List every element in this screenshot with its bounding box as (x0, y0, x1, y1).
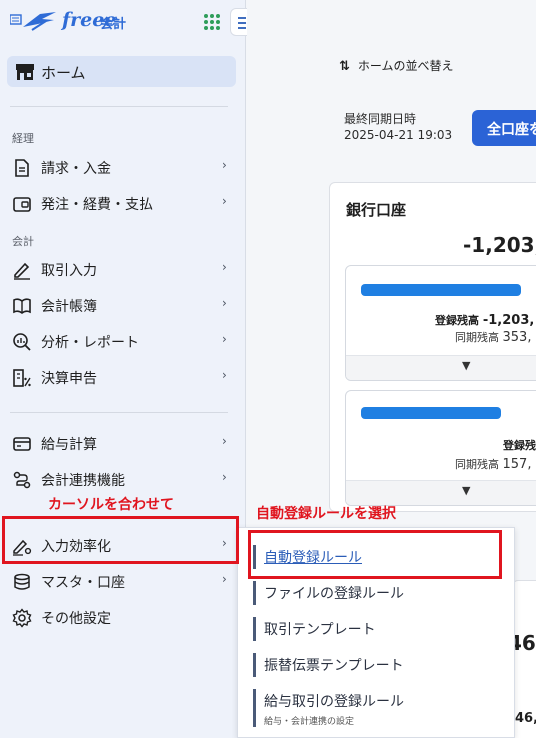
sidebar-item-purchasing[interactable]: 発注・経費・支払 › (0, 186, 246, 220)
wallet-icon (13, 197, 31, 212)
sidebar-item-label: その他設定 (41, 611, 111, 627)
highlight-box-input-efficiency (2, 516, 239, 564)
select-instruction-note: 自動登録ルールを選択 (256, 506, 396, 522)
gear-icon (12, 608, 32, 628)
sidebar-item-invoicing[interactable]: 請求・入金 › (0, 150, 246, 184)
synced-balance: 同期残高 157, (455, 457, 532, 472)
sidebar-item-integrations[interactable]: 会計連携機能 › (0, 462, 246, 496)
chevron-down-icon: ▼ (462, 359, 471, 372)
sidebar-item-home[interactable]: ホーム (7, 56, 236, 87)
secondary-card-value: 46, (515, 711, 536, 726)
registered-balance: 登録残高 -1,203, (435, 313, 535, 328)
card-title: 銀行口座 (346, 201, 407, 219)
chevron-down-icon: ▼ (462, 484, 471, 497)
divider (10, 412, 228, 413)
chevron-right-icon: › (222, 572, 227, 586)
chevron-right-icon: › (222, 470, 227, 484)
bank-total-balance: -1,203, (463, 233, 536, 257)
sidebar: freee 会計 ホーム 経理 請求・入金 › 発注・経費・支払 › 会計 取引… (0, 0, 260, 738)
book-icon (13, 298, 31, 314)
chevron-right-icon: › (222, 260, 227, 274)
sidebar-item-label: 取引入力 (41, 263, 97, 279)
sort-arrows-icon: ⇅ (339, 59, 350, 74)
bank-accounts-card: 銀行口座 -1,203, 登録残高 -1,203, 同期残高 353, ▼ 登録… (329, 182, 536, 512)
sidebar-item-label: 給与計算 (41, 437, 97, 453)
registered-balance: 登録残 (503, 439, 536, 452)
submenu-item-subtitle: 給与・会計連携の設定 (264, 717, 355, 727)
sidebar-item-label: 決算申告 (41, 371, 97, 387)
section-label-accounting: 経理 (12, 132, 34, 145)
submenu-item-file-registration-rules[interactable]: ファイルの登録ルール (253, 581, 508, 605)
sidebar-item-label: 発注・経費・支払 (41, 197, 153, 213)
submenu-item-journal-voucher-templates[interactable]: 振替伝票テンプレート (253, 653, 508, 677)
connection-icon (13, 471, 31, 489)
submenu-item-transaction-templates[interactable]: 取引テンプレート (253, 617, 508, 641)
sidebar-item-label: 会計連携機能 (41, 473, 125, 489)
sidebar-item-other-settings[interactable]: その他設定 (0, 600, 246, 634)
reorder-home-link[interactable]: ⇅ ホームの並べ替え (339, 57, 454, 74)
sidebar-item-payroll[interactable]: 給与計算 › (0, 426, 246, 460)
sidebar-item-reports[interactable]: 分析・レポート › (0, 324, 246, 358)
submenu-item-payroll-registration-rules[interactable]: 給与取引の登録ルール 給与・会計連携の設定 (253, 689, 508, 727)
analytics-search-icon (13, 333, 31, 351)
last-sync-value: 2025-04-21 19:03 (344, 128, 453, 142)
logo-row: freee 会計 (0, 0, 260, 42)
brand-product-name: 会計 (100, 17, 127, 32)
pen-icon (14, 262, 30, 280)
last-sync-label: 最終同期日時 (344, 112, 417, 126)
chevron-right-icon: › (222, 368, 227, 382)
chevron-right-icon: › (222, 296, 227, 310)
chevron-right-icon: › (222, 434, 227, 448)
sidebar-item-label: マスタ・口座 (41, 575, 125, 591)
building-percent-icon (13, 369, 31, 387)
database-icon (14, 573, 30, 590)
highlight-box-auto-registration (248, 530, 502, 579)
redacted-account-name (361, 284, 521, 296)
expand-account-button[interactable]: ▼ (346, 480, 536, 505)
sync-all-accounts-button[interactable]: 全口座を (472, 110, 536, 146)
secondary-card: 46, 46, (508, 580, 536, 738)
chevron-right-icon: › (222, 158, 227, 172)
chevron-right-icon: › (222, 332, 227, 346)
sidebar-item-master-accounts[interactable]: マスタ・口座 › (0, 564, 246, 598)
sidebar-item-transaction-entry[interactable]: 取引入力 › (0, 252, 246, 286)
sidebar-item-label: 会計帳簿 (41, 299, 97, 315)
app-switcher-icon[interactable] (204, 14, 220, 30)
section-label-kaikei: 会計 (12, 235, 34, 248)
synced-balance: 同期残高 353, (455, 330, 532, 345)
sidebar-item-label: 分析・レポート (41, 335, 139, 351)
reorder-label: ホームの並べ替え (357, 59, 454, 73)
chevron-right-icon: › (222, 194, 227, 208)
sidebar-item-label: 請求・入金 (41, 161, 111, 177)
bank-account-item[interactable]: 登録残高 -1,203, 同期残高 353, ▼ (345, 265, 536, 381)
expand-account-button[interactable]: ▼ (346, 355, 536, 380)
credit-card-icon (13, 437, 31, 451)
redacted-account-name (361, 407, 501, 419)
sidebar-item-label: ホーム (41, 64, 86, 82)
document-icon (15, 159, 29, 177)
bank-account-item[interactable]: 登録残 同期残高 157, ▼ (345, 390, 536, 506)
sidebar-item-ledgers[interactable]: 会計帳簿 › (0, 288, 246, 322)
divider (10, 106, 228, 107)
hover-instruction-note: カーソルを合わせて (48, 497, 174, 513)
store-icon (16, 64, 34, 80)
sidebar-item-tax-filing[interactable]: 決算申告 › (0, 360, 246, 394)
